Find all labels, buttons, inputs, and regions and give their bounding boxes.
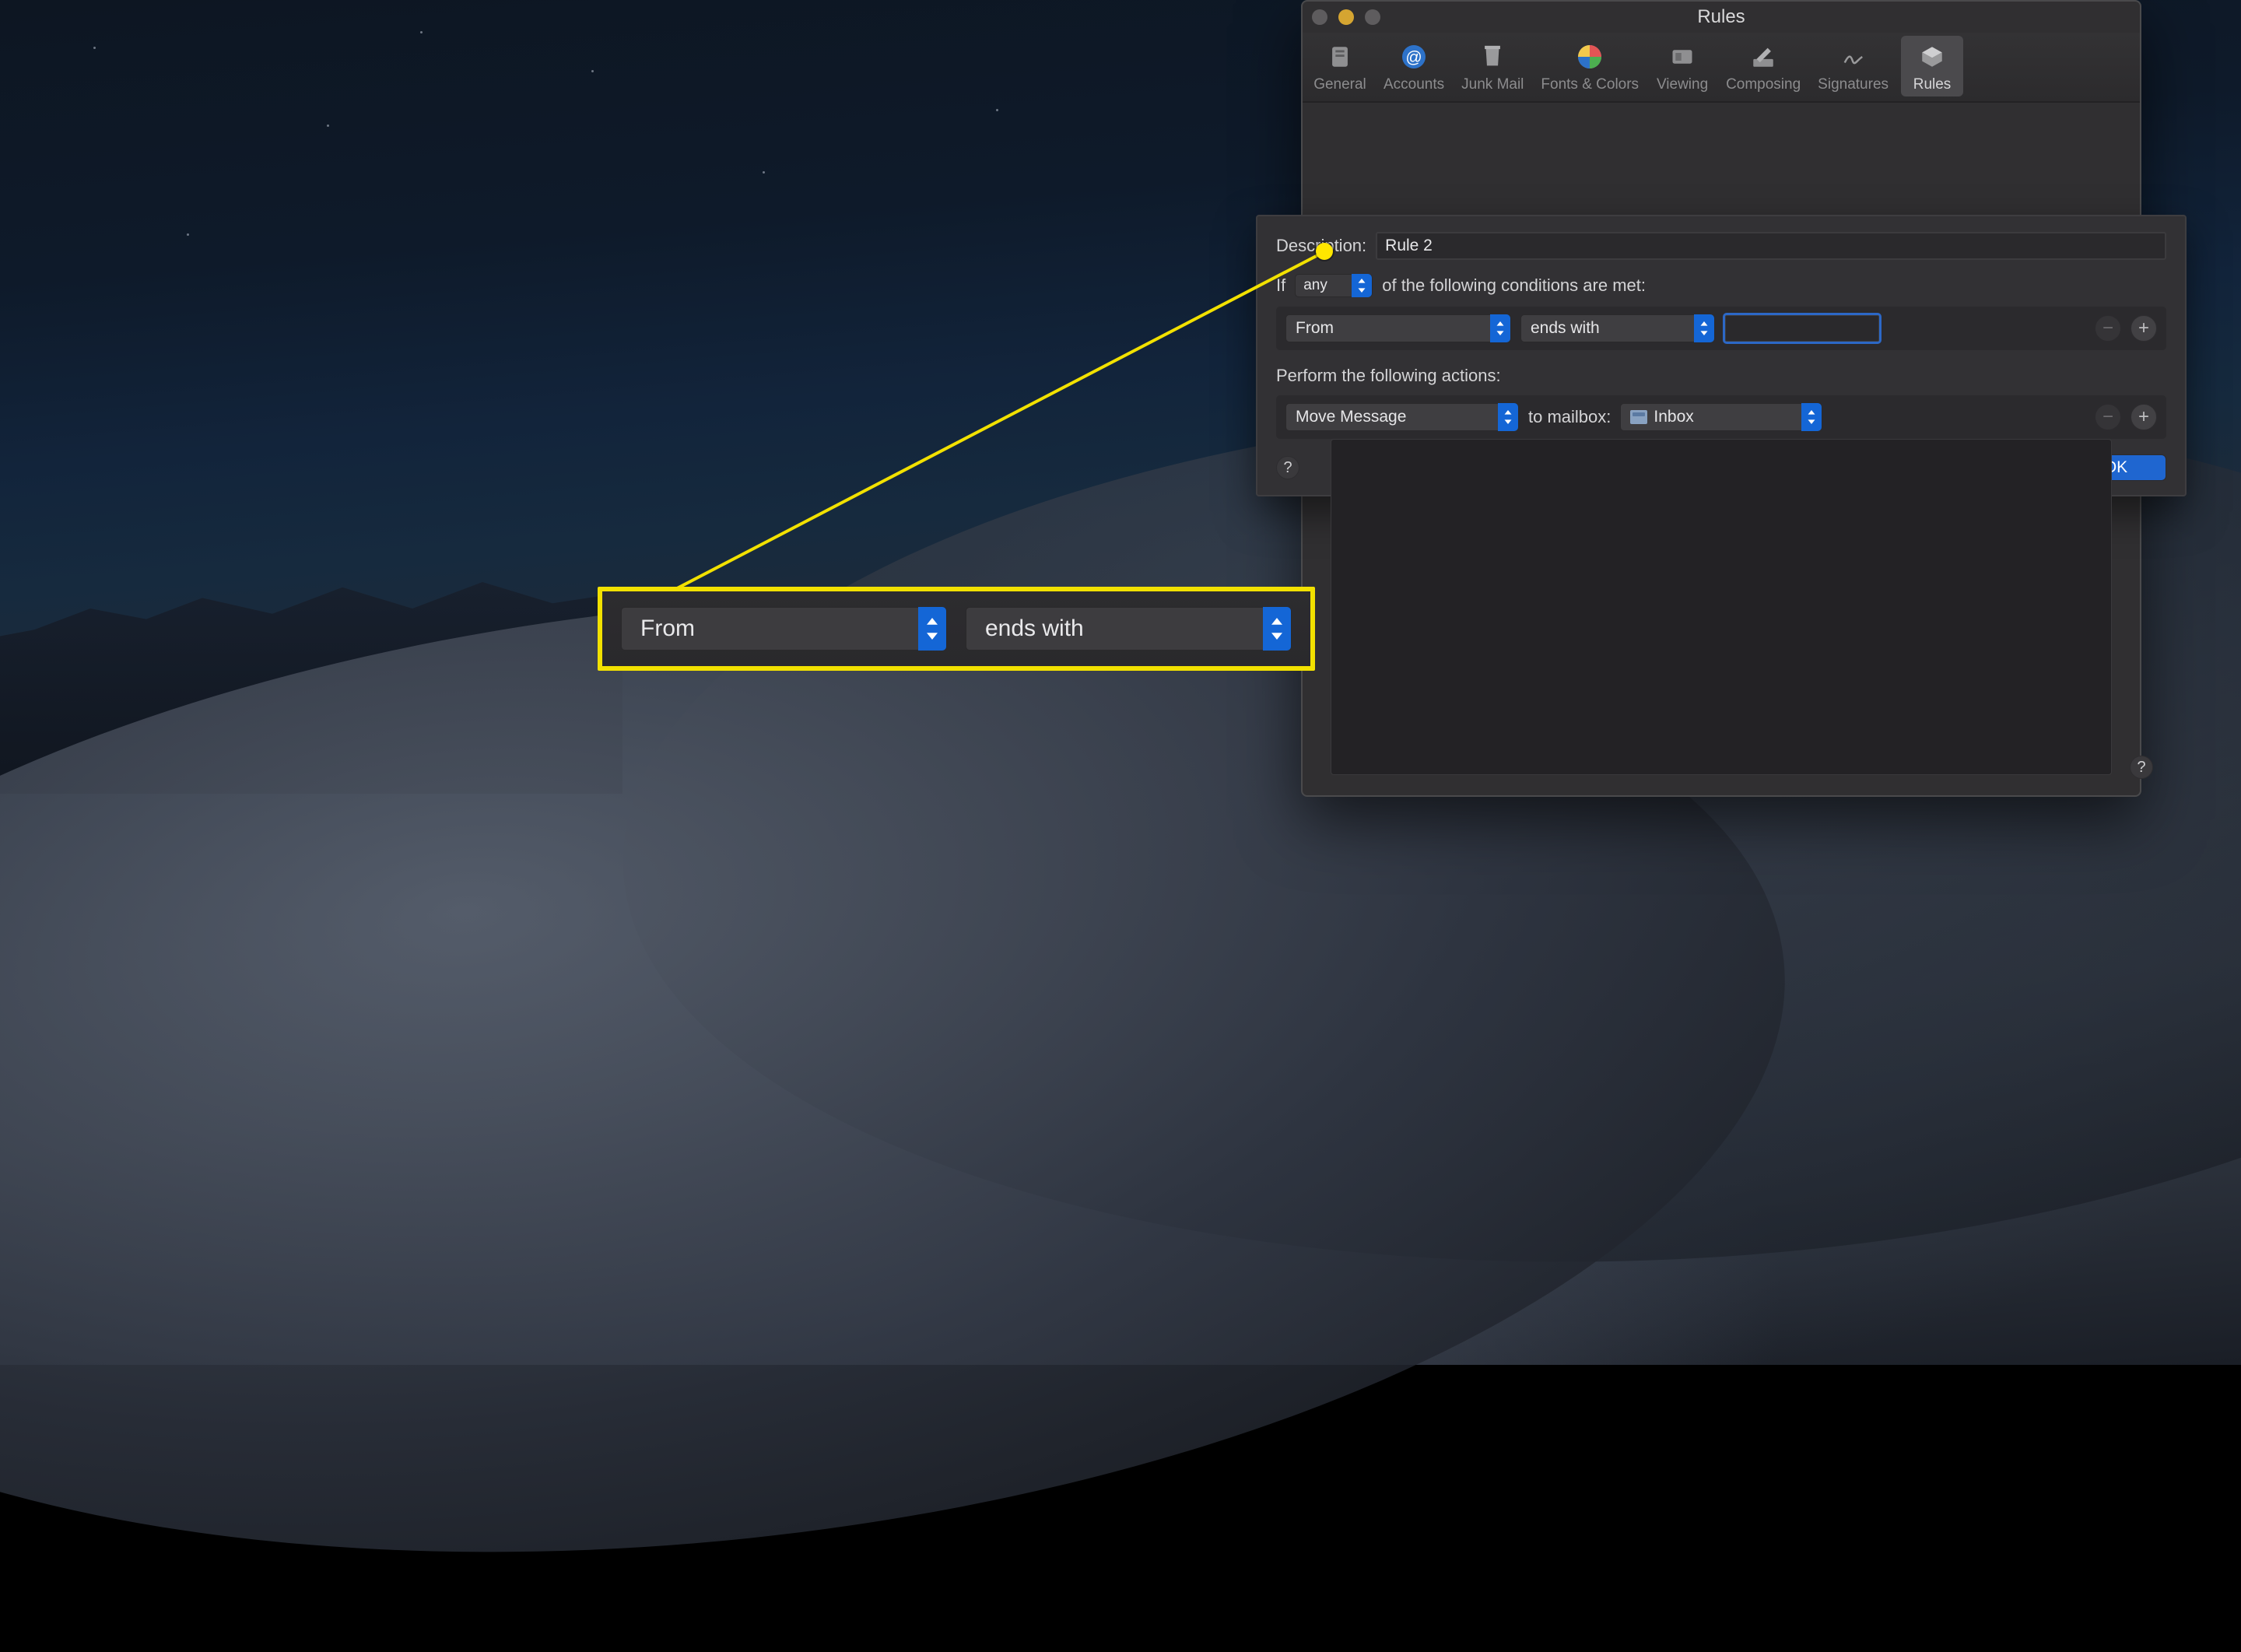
chevron-updown-icon: [918, 607, 946, 651]
if-suffix-label: of the following conditions are met:: [1382, 275, 1646, 296]
tab-fonts-colors[interactable]: Fonts & Colors: [1536, 36, 1643, 96]
mailbox-icon: [1630, 410, 1647, 424]
add-action-button[interactable]: +: [2131, 404, 2157, 430]
tab-label: Accounts: [1384, 76, 1444, 93]
tab-composing[interactable]: Composing: [1721, 36, 1805, 96]
accounts-icon: @: [1396, 39, 1432, 75]
condition-operator-value: ends with: [1531, 319, 1600, 338]
help-button[interactable]: ?: [2130, 756, 2153, 779]
annotation-field-popup[interactable]: From: [621, 607, 947, 651]
description-field[interactable]: [1376, 232, 2166, 260]
minimize-button[interactable]: [1338, 9, 1354, 25]
window-title: Rules: [1303, 6, 2140, 28]
remove-action-button: −: [2095, 404, 2121, 430]
condition-value-field[interactable]: [1724, 314, 1880, 342]
tab-accounts[interactable]: @ Accounts: [1379, 36, 1449, 96]
traffic-lights: [1312, 9, 1380, 25]
tab-signatures[interactable]: Signatures: [1813, 36, 1893, 96]
action-row: Move Message to mailbox: Inbox: [1276, 395, 2166, 439]
action-mailbox-popup[interactable]: Inbox: [1620, 403, 1822, 431]
rules-icon: [1914, 39, 1950, 75]
tab-junk-mail[interactable]: Junk Mail: [1457, 36, 1528, 96]
condition-operator-popup[interactable]: ends with: [1520, 314, 1715, 342]
to-mailbox-label: to mailbox:: [1528, 407, 1611, 427]
chevron-updown-icon: [1498, 403, 1518, 431]
condition-field-value: From: [1296, 319, 1334, 338]
annotation-operator-value: ends with: [985, 616, 1084, 642]
general-icon: [1322, 39, 1358, 75]
action-mailbox-value: Inbox: [1654, 408, 1693, 426]
if-mode-popup[interactable]: any: [1295, 274, 1373, 297]
action-type-value: Move Message: [1296, 408, 1406, 426]
chevron-updown-icon: [1694, 314, 1714, 342]
composing-icon: [1745, 39, 1781, 75]
fonts-colors-icon: [1572, 39, 1608, 75]
chevron-updown-icon: [1263, 607, 1291, 651]
chevron-updown-icon: [1352, 274, 1372, 297]
titlebar: Rules: [1303, 2, 2140, 33]
annotation-operator-popup[interactable]: ends with: [966, 607, 1292, 651]
signatures-icon: [1836, 39, 1871, 75]
if-mode-value: any: [1303, 277, 1327, 294]
actions-label: Perform the following actions:: [1276, 366, 2166, 386]
junk-icon: [1475, 39, 1510, 75]
add-condition-button[interactable]: +: [2131, 315, 2157, 342]
if-prefix-label: If: [1276, 275, 1285, 296]
mail-preferences-window: Rules General @ Accounts Junk Mail Fonts…: [1301, 0, 2141, 797]
chevron-updown-icon: [1801, 403, 1822, 431]
if-row: If any of the following conditions are m…: [1276, 274, 2166, 297]
chevron-updown-icon: [1490, 314, 1510, 342]
rules-list-panel: ?: [1331, 439, 2112, 775]
help-button[interactable]: ?: [1276, 456, 1299, 479]
viewing-icon: [1664, 39, 1700, 75]
action-type-popup[interactable]: Move Message: [1285, 403, 1519, 431]
tab-label: General: [1313, 76, 1366, 93]
tab-label: Fonts & Colors: [1541, 76, 1639, 93]
tab-viewing[interactable]: Viewing: [1651, 36, 1713, 96]
tab-label: Signatures: [1818, 76, 1889, 93]
tab-rules[interactable]: Rules: [1901, 36, 1963, 96]
annotation-callout: From ends with: [598, 587, 1315, 671]
remove-condition-button: −: [2095, 315, 2121, 342]
tab-label: Composing: [1726, 76, 1801, 93]
preferences-toolbar: General @ Accounts Junk Mail Fonts & Col…: [1303, 33, 2140, 103]
annotation-field-value: From: [640, 616, 695, 642]
close-button[interactable]: [1312, 9, 1327, 25]
tab-label: Junk Mail: [1461, 76, 1524, 93]
tab-label: Rules: [1913, 76, 1952, 93]
tab-label: Viewing: [1657, 76, 1708, 93]
condition-field-popup[interactable]: From: [1285, 314, 1511, 342]
annotation-dot: [1316, 243, 1333, 260]
description-row: Description:: [1276, 232, 2166, 260]
svg-text:@: @: [1405, 49, 1422, 67]
zoom-button[interactable]: [1365, 9, 1380, 25]
condition-row: From ends with − +: [1276, 307, 2166, 350]
tab-general[interactable]: General: [1309, 36, 1371, 96]
